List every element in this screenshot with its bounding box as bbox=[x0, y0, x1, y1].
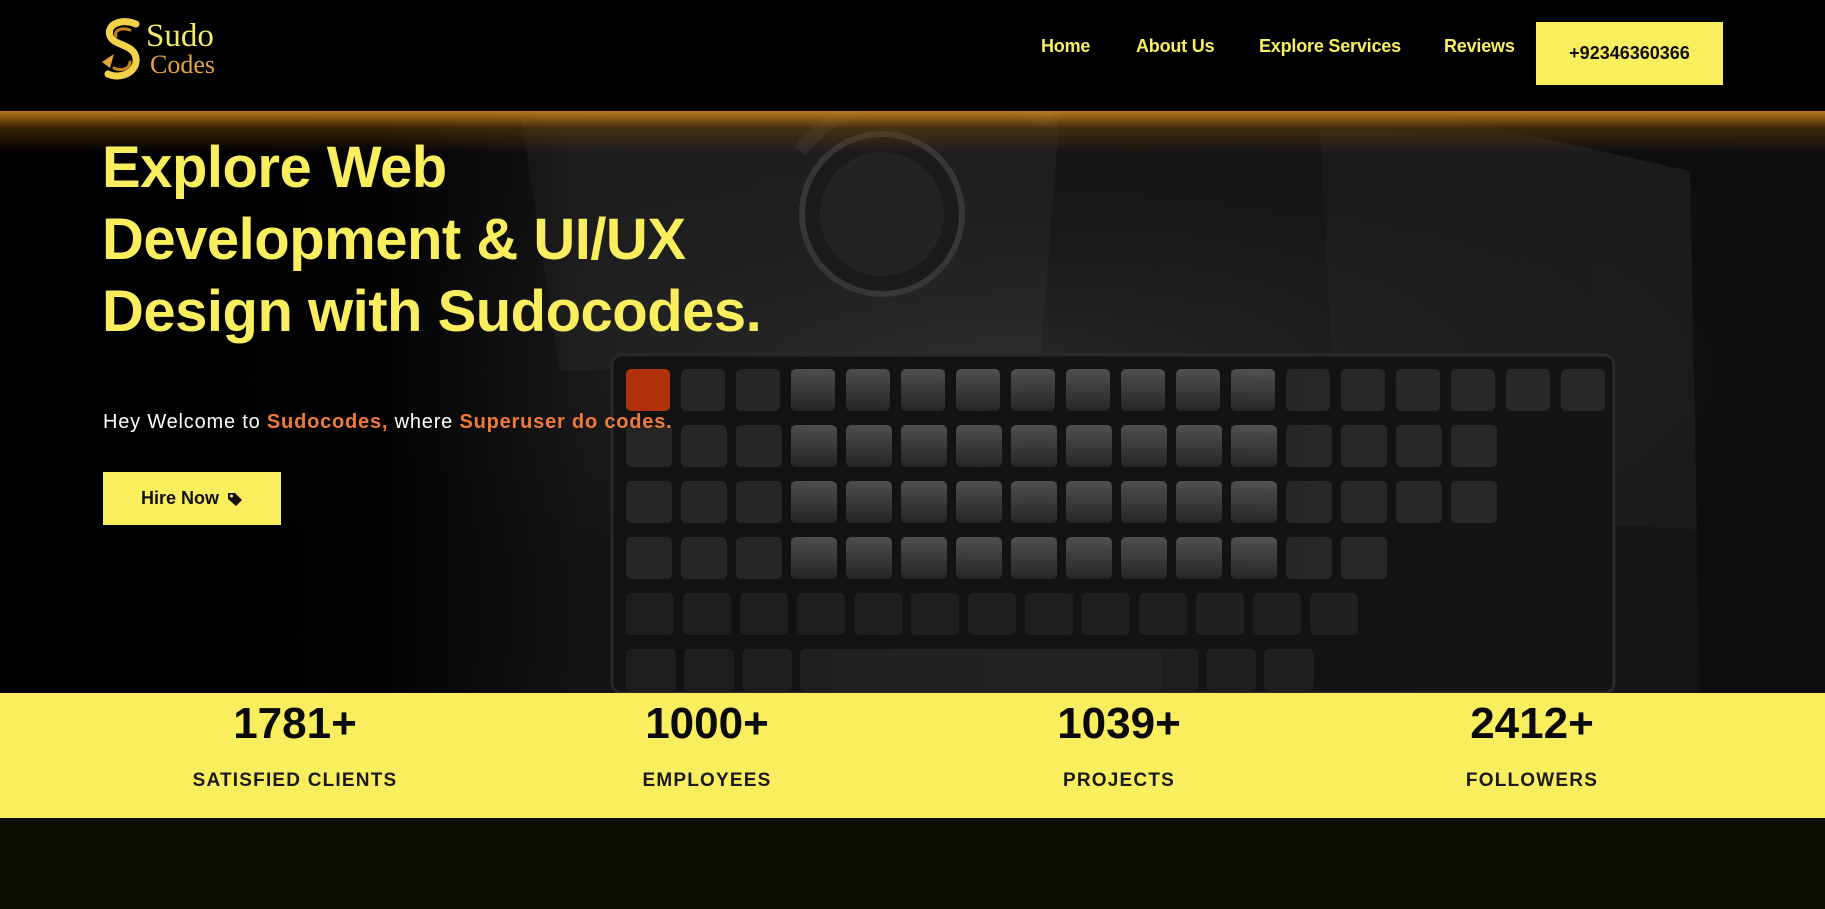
stat-projects: 1039+ PROJECTS bbox=[969, 693, 1269, 818]
hire-now-button[interactable]: Hire Now bbox=[103, 472, 281, 525]
hero-title-line-2: Development & UI/UX bbox=[102, 207, 686, 272]
stat-value: 2412+ bbox=[1470, 699, 1594, 748]
nav-about-us[interactable]: About Us bbox=[1136, 36, 1215, 57]
stat-label: EMPLOYEES bbox=[642, 770, 772, 791]
hero-subtitle-tagline: Superuser do codes. bbox=[459, 411, 673, 433]
sudocodes-logo[interactable]: Sudo Codes bbox=[100, 16, 230, 86]
nav-reviews[interactable]: Reviews bbox=[1444, 36, 1515, 57]
logo-text-codes: Codes bbox=[150, 50, 215, 79]
site-header: Sudo Codes Home About Us Explore Service… bbox=[0, 0, 1825, 111]
hero-subtitle: Hey Welcome to Sudocodes, where Superuse… bbox=[103, 411, 673, 434]
stat-label: FOLLOWERS bbox=[1465, 770, 1599, 791]
hero-subtitle-prefix: Hey Welcome to bbox=[103, 411, 267, 433]
phone-button[interactable]: +92346360366 bbox=[1536, 22, 1723, 85]
hire-now-label: Hire Now bbox=[140, 488, 219, 508]
hero-section: Explore Web Development & UI/UX Design w… bbox=[0, 111, 1825, 693]
hero-title-line-1: Explore Web bbox=[102, 135, 447, 200]
hero-title: Explore Web Development & UI/UX Design w… bbox=[102, 132, 822, 348]
stat-label: SATISFIED CLIENTS bbox=[192, 770, 398, 791]
hero-title-line-3: Design with Sudocodes. bbox=[102, 279, 762, 344]
nav-explore-services[interactable]: Explore Services bbox=[1259, 36, 1401, 57]
stat-label: PROJECTS bbox=[1062, 770, 1175, 791]
stat-satisfied-clients: 1781+ SATISFIED CLIENTS bbox=[145, 693, 445, 818]
tag-icon bbox=[228, 492, 242, 506]
stat-followers: 2412+ FOLLOWERS bbox=[1382, 693, 1682, 818]
hero-subtitle-brand: Sudocodes, bbox=[266, 411, 389, 433]
hero-subtitle-mid: where bbox=[388, 411, 460, 433]
stat-value: 1781+ bbox=[233, 699, 357, 748]
stats-bar: 1781+ SATISFIED CLIENTS 1000+ EMPLOYEES … bbox=[0, 693, 1825, 818]
logo-text-sudo: Sudo bbox=[146, 18, 214, 54]
stat-employees: 1000+ EMPLOYEES bbox=[557, 693, 857, 818]
stat-value: 1039+ bbox=[1057, 699, 1181, 748]
stat-value: 1000+ bbox=[645, 699, 769, 748]
logo-mark-icon bbox=[102, 18, 140, 80]
nav-home[interactable]: Home bbox=[1041, 36, 1090, 57]
next-section bbox=[0, 818, 1825, 909]
